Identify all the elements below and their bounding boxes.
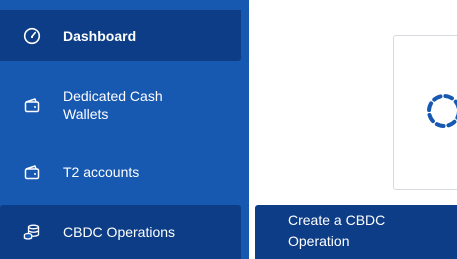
dashboard-gauge-icon xyxy=(23,27,41,45)
loading-spinner-icon xyxy=(427,94,457,128)
submenu-item-create-cbdc-operation[interactable]: Create a CBDC Operation xyxy=(255,205,457,259)
coins-stack-icon xyxy=(23,223,41,241)
submenu-item-label: Create a CBDC Operation xyxy=(288,212,386,249)
sidebar-item-label: T2 accounts xyxy=(63,164,140,180)
sidebar-item-dashboard[interactable]: Dashboard xyxy=(0,10,241,61)
sidebar-item-label: Dashboard xyxy=(63,27,137,44)
wallet-icon xyxy=(23,96,41,114)
sidebar-item-t2-accounts[interactable]: T2 accounts xyxy=(0,160,241,184)
sidebar-item-label: Dedicated Cash Wallets xyxy=(63,88,163,122)
sidebar-item-cbdc-operations[interactable]: CBDC Operations xyxy=(0,205,241,259)
wallet-icon xyxy=(23,163,41,181)
sidebar-item-label: CBDC Operations xyxy=(63,224,176,240)
content-card xyxy=(393,35,457,190)
sidebar-item-dedicated-cash-wallets[interactable]: Dedicated Cash Wallets xyxy=(0,80,241,130)
sidebar: Dashboard Dedicated Cash Wallets T2 acco… xyxy=(0,0,249,259)
